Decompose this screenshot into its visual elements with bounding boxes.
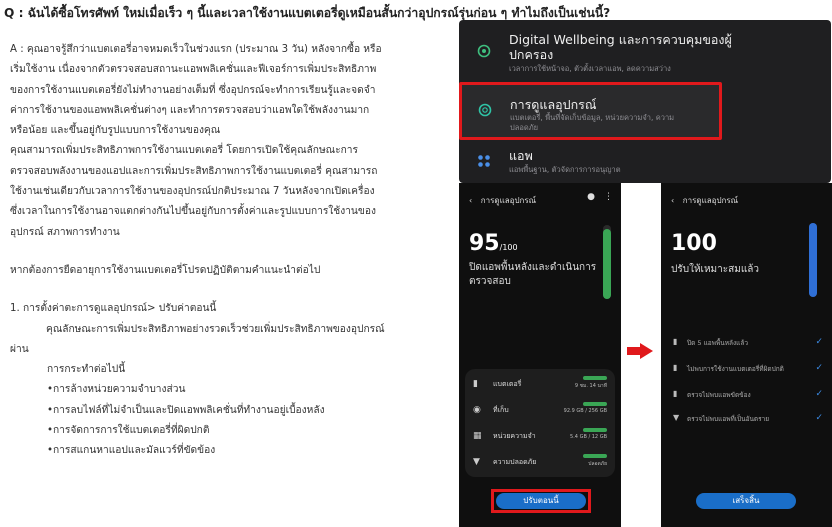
check-row: ▮ ไม่พบการใช้งานแบตเตอรี่ที่ผิดปกติ ✓ bbox=[673, 363, 823, 373]
checkmark-icon: ✓ bbox=[815, 389, 823, 399]
back-icon[interactable]: ‹ bbox=[671, 196, 674, 205]
process-title: การกระทำต่อไปนี้ bbox=[47, 364, 126, 376]
row-security[interactable]: ▼ ความปลอดภัย ปลอดภัย bbox=[473, 454, 607, 471]
score-bar-track bbox=[603, 225, 611, 299]
step1-desc: คุณลักษณะการเพิ่มประสิทธิภาพอย่างรวดเร็ว… bbox=[46, 323, 385, 335]
score-bar-fill bbox=[809, 223, 817, 297]
arrow-right-icon bbox=[627, 343, 653, 359]
followup-text: หากต้องการยืดอายุการใช้งานแบตเตอรี่โปรดป… bbox=[10, 264, 321, 276]
storage-icon: ◉ bbox=[473, 405, 481, 415]
score-bar-track bbox=[809, 223, 817, 297]
device-care-card: ▮ แบตเตอรี่ 9 ชม. 14 นาที ◉ ที่เก็บ 92.9… bbox=[465, 369, 615, 477]
checkmark-icon: ✓ bbox=[815, 413, 823, 423]
phone-header-title: การดูแลอุปกรณ์ bbox=[682, 196, 739, 205]
step1-desc-cont: ผ่าน bbox=[10, 343, 29, 355]
step1-title: 1. การตั้งค่าตะการดูแลอุปกรณ์> ปรับค่าตอ… bbox=[10, 303, 217, 315]
storage-progress bbox=[583, 402, 607, 406]
memory-progress bbox=[583, 428, 607, 432]
phone-screen-after: ‹ การดูแลอุปกรณ์ 100 ปรับให้เหมาะสมแล้ว … bbox=[661, 183, 832, 527]
shield-icon: ▼ bbox=[473, 457, 480, 467]
answer-line: หรือน้อย และขึ้นอยู่กับรูปแบบการใช้งานขอ… bbox=[10, 125, 221, 137]
menu-item-subtitle-cont: ปลอดภัย bbox=[510, 123, 539, 132]
battery-icon: ▮ bbox=[673, 337, 678, 346]
answer-line: อุปกรณ์ สภาพการทำงาน bbox=[10, 226, 120, 238]
menu-item-subtitle: เวลาการใช้หน้าจอ, ตัวตั้งเวลาแอพ, ลดความ… bbox=[509, 64, 671, 73]
check-row: ▮ ตรวจไม่พบแอพขัดข้อง ✓ bbox=[673, 389, 823, 399]
score-value: 95/100 bbox=[469, 231, 518, 256]
back-icon[interactable]: ‹ bbox=[469, 196, 472, 205]
score-bar-fill bbox=[603, 228, 611, 299]
battery-icon: ▮ bbox=[473, 379, 478, 389]
answer-line: A : คุณอาจรู้สึกว่าแบตเตอรี่อาจหมดเร็วใน… bbox=[10, 44, 382, 55]
answer-line: เริ่มใช้งาน เนื่องจากตัวตรวจสอบสถานะแอพพ… bbox=[10, 64, 377, 76]
battery-icon: ▮ bbox=[673, 363, 678, 372]
menu-item-title-cont: ปกครอง bbox=[509, 47, 554, 62]
check-row: ▼ ตรวจไม่พบแอพที่เป็นอันตราย ✓ bbox=[673, 413, 823, 423]
menu-item-title: Digital Wellbeing และการควบคุมของผู้ bbox=[509, 32, 732, 47]
bullet-item: •การจัดการการใช้แบตเตอรี่ที่ผิดปกติ bbox=[47, 425, 210, 437]
phone-header: ‹ การดูแลอุปกรณ์ bbox=[469, 194, 536, 207]
score-value: 100 bbox=[671, 231, 717, 256]
bullet-item: •การลบไฟล์ที่ไม่จำเป็นและปิดแอพพลิเคชั่น… bbox=[47, 404, 325, 416]
bullet-item: •การล้างหน่วยความจำบางส่วน bbox=[47, 384, 186, 396]
score-message: ปรับให้เหมาะสมแล้ว bbox=[671, 264, 760, 275]
digital-wellbeing-icon bbox=[477, 44, 491, 58]
apps-grid-icon bbox=[478, 155, 490, 167]
more-options-icon[interactable]: ⋮ bbox=[604, 192, 613, 202]
answer-line: ซึ่งเวลาในการใช้งานอาจแตกต่างกันไปขึ้นอย… bbox=[10, 206, 376, 218]
menu-item-digital-wellbeing[interactable]: Digital Wellbeing และการควบคุมของผู้ ปกค… bbox=[459, 32, 831, 82]
menu-item-title: แอพ bbox=[509, 148, 533, 163]
answer-line: คุณสามารถเพิ่มประสิทธิภาพการใช้งานแบตเตอ… bbox=[10, 145, 358, 157]
answer-line: ของการใช้งานแบตเตอรี่ยังไม่ทำงานอย่างเต็… bbox=[10, 84, 376, 96]
memory-icon: ▦ bbox=[473, 431, 482, 441]
bullet-item: •การสแกนหาแอปและมัลแวร์ที่ขัดข้อง bbox=[47, 445, 216, 457]
score-message: ปิดแอพพื้นหลังและดำเนินการ ตรวจสอบ bbox=[469, 262, 597, 287]
done-button[interactable]: เสร็จสิ้น bbox=[696, 493, 796, 509]
row-storage[interactable]: ◉ ที่เก็บ 92.9 GB / 256 GB bbox=[473, 402, 607, 419]
phone-header: ‹ การดูแลอุปกรณ์ bbox=[671, 194, 738, 207]
optimize-now-button[interactable]: ปรับตอนนี้ bbox=[496, 493, 586, 509]
answer-line: ค่าการใช้งานของแอพพลิเคชั่นต่างๆ และทำกา… bbox=[10, 104, 370, 116]
phone-header-title: การดูแลอุปกรณ์ bbox=[480, 196, 537, 205]
row-memory[interactable]: ▦ หน่วยความจำ 5.4 GB / 12 GB bbox=[473, 428, 607, 445]
checkmark-icon: ✓ bbox=[815, 363, 823, 373]
answer-line: ใช้งานเช่นเดียวกับเวลาการใช้งานของอุปกรณ… bbox=[10, 186, 375, 198]
highlighted-menu-item-device-care[interactable]: การดูแลอุปกรณ์ แบตเตอรี่, พื้นที่จัดเก็บ… bbox=[459, 82, 722, 140]
tips-icon[interactable]: ● bbox=[587, 192, 595, 202]
phone-screen-before: ‹ การดูแลอุปกรณ์ ● ⋮ 95/100 ปิดแอพพื้นหล… bbox=[459, 183, 621, 527]
menu-item-subtitle: แอพพื้นฐาน, ตัวจัดการการอนุญาต bbox=[509, 165, 621, 174]
security-progress bbox=[583, 454, 607, 458]
battery-progress bbox=[583, 376, 607, 380]
device-care-icon bbox=[478, 103, 492, 117]
row-battery[interactable]: ▮ แบตเตอรี่ 9 ชม. 14 นาที bbox=[473, 376, 607, 393]
answer-text: A : คุณอาจรู้สึกว่าแบตเตอรี่อาจหมดเร็วใน… bbox=[10, 40, 445, 462]
battery-icon: ▮ bbox=[673, 389, 678, 398]
shield-icon: ▼ bbox=[673, 413, 680, 422]
checkmark-icon: ✓ bbox=[815, 337, 823, 347]
answer-line: ตรวจสอบพลังงานของแอปและการเพิ่มประสิทธิภ… bbox=[10, 165, 378, 177]
menu-item-apps[interactable]: แอพ แอพพื้นฐาน, ตัวจัดการการอนุญาต bbox=[459, 148, 831, 180]
check-row: ▮ ปิด 5 แอพพื้นหลังแล้ว ✓ bbox=[673, 337, 823, 347]
